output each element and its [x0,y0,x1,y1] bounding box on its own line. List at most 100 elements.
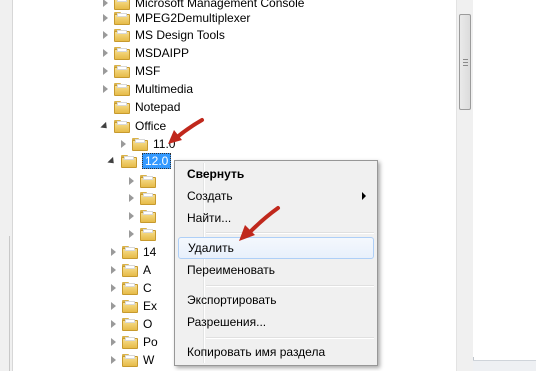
expand-arrow-icon[interactable] [108,355,118,365]
tree-item-label: Po [143,335,158,349]
folder-icon [114,100,130,114]
tree-item-a[interactable]: A [108,261,151,279]
tree-item-po[interactable]: Po [108,333,158,351]
expand-arrow-icon[interactable] [118,139,128,149]
tree-item-msf[interactable]: MSF [100,62,160,80]
folder-icon [122,299,138,313]
menu-item-label: Свернуть [187,167,245,181]
tree-item-label: MS Design Tools [135,28,225,42]
expand-arrow-icon[interactable] [108,337,118,347]
tree-item-ex[interactable]: Ex [108,297,157,315]
scrollbar-thumb[interactable] [459,14,471,110]
menu-separator [206,232,374,234]
tree-item-label: 12.0 [142,153,172,169]
tree-item-multimedia[interactable]: Multimedia [100,80,193,98]
annotation-arrow-icon [239,206,280,241]
menu-item-label: Разрешения... [187,315,267,329]
submenu-arrow-icon [362,192,366,200]
tree-item-label: C [143,281,152,295]
tree-item-label: Multimedia [135,82,194,96]
tree-item-12-0[interactable]: 12.0 [107,152,172,170]
folder-icon [122,317,138,331]
tree-item-label: Ex [143,299,158,313]
expand-arrow-icon[interactable] [100,13,110,23]
horizontal-scrollbar[interactable] [473,360,536,371]
tree-item-label: MSDAIPP [135,46,190,60]
menu-item-label: Переименовать [187,263,275,277]
expand-arrow-icon[interactable] [126,229,136,239]
tree-item-label: A [143,263,152,277]
expand-arrow-icon[interactable] [100,0,110,8]
menu-item-label: Найти... [187,211,232,225]
tree-item-o[interactable]: O [108,315,152,333]
folder-icon [114,11,130,25]
menu-item-label: Удалить [188,241,234,255]
folder-icon [114,82,130,96]
folder-icon [140,191,156,205]
expand-arrow-icon[interactable] [108,247,118,257]
folder-icon [114,28,130,42]
collapse-arrow-icon[interactable] [107,156,117,166]
menu-item-export[interactable]: Экспортировать [178,289,374,311]
expand-arrow-icon[interactable] [100,66,110,76]
tree-item-ms-design-tools[interactable]: MS Design Tools [100,26,225,44]
expand-arrow-icon[interactable] [108,283,118,293]
expand-arrow-icon[interactable] [108,319,118,329]
tree-item-label: 14 [143,245,157,259]
expand-arrow-icon[interactable] [126,193,136,203]
tree-item-office[interactable]: Office [100,117,166,135]
tree-item-label: Notepad [135,100,181,114]
expand-arrow-icon[interactable] [100,48,110,58]
tree-item-child[interactable] [126,172,161,190]
expand-arrow-icon[interactable] [100,30,110,40]
expand-arrow-icon[interactable] [126,211,136,221]
folder-icon [140,227,156,241]
tree-item-notepad[interactable]: Notepad [100,98,180,116]
expand-arrow-icon[interactable] [126,176,136,186]
tree-item-w[interactable]: W [108,351,154,369]
tree-item-label: O [143,317,153,331]
menu-item-label: Создать [187,189,233,203]
folder-icon [114,119,130,133]
expand-arrow-icon[interactable] [108,265,118,275]
annotation-arrow-icon [168,118,204,144]
folder-icon [114,46,130,60]
folder-icon [140,209,156,223]
context-menu: Свернуть Создать Найти... Удалить Переим… [174,160,378,366]
folder-icon [132,137,148,151]
tree-item-c[interactable]: C [108,279,152,297]
tree-item-child[interactable] [126,225,161,243]
tree-item-mpeg2demultiplexer[interactable]: MPEG2Demultiplexer [100,9,250,27]
folder-icon [114,64,130,78]
menu-item-permissions[interactable]: Разрешения... [178,311,374,333]
folder-icon [122,281,138,295]
menu-separator [206,337,374,339]
folder-icon [122,263,138,277]
expand-arrow-icon[interactable] [108,301,118,311]
menu-item-label: Экспортировать [187,293,277,307]
menu-item-rename[interactable]: Переименовать [178,259,374,281]
tree-item-child[interactable] [126,189,161,207]
pane-divider [9,236,10,371]
menu-separator [206,285,374,287]
tree-item-label: Office [135,119,167,133]
vertical-scrollbar[interactable] [456,0,474,371]
tree-item-label: W [143,353,155,367]
menu-item-label: Копировать имя раздела [187,345,326,359]
collapse-arrow-icon[interactable] [100,121,110,131]
folder-icon [140,174,156,188]
menu-item-copy-key-name[interactable]: Копировать имя раздела [178,341,374,363]
menu-item-collapse[interactable]: Свернуть [178,163,374,185]
tree-item-label: MSF [135,64,161,78]
tree-item-child[interactable] [126,207,161,225]
tree-item-14[interactable]: 14 [108,243,156,261]
values-pane [473,0,536,371]
folder-icon [122,335,138,349]
expand-arrow-icon [100,102,110,112]
expand-arrow-icon[interactable] [100,84,110,94]
folder-icon [122,245,138,259]
folder-icon [122,353,138,367]
tree-item-msdaipp[interactable]: MSDAIPP [100,44,189,62]
tree-item-label: MPEG2Demultiplexer [135,11,251,25]
folder-icon [121,154,137,168]
